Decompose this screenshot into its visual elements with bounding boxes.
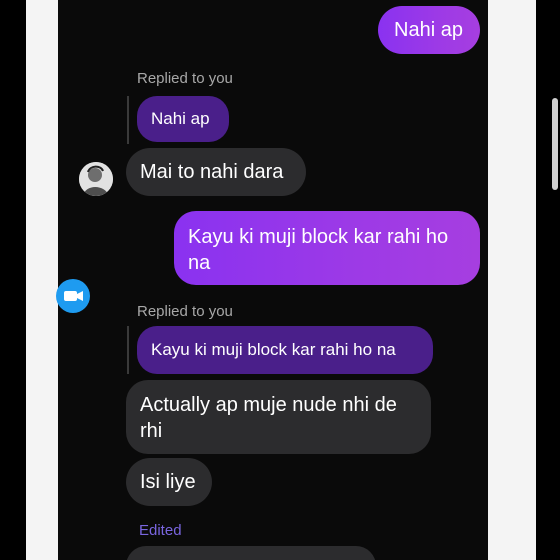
video-call-icon xyxy=(64,291,83,301)
message-text: Isi liye xyxy=(140,471,196,493)
video-call-button[interactable] xyxy=(56,279,90,313)
replied-to-you-label: Replied to you xyxy=(137,303,233,320)
right-strip xyxy=(488,0,536,560)
quoted-text: Kayu ki muji block kar rahi ho na xyxy=(151,340,396,359)
reply-indicator-bar xyxy=(127,326,129,374)
incoming-message[interactable]: Mai to nahi dara xyxy=(126,148,306,196)
message-text: Kayu ki muji block kar rahi ho na xyxy=(188,226,449,274)
scrollbar-thumb[interactable] xyxy=(552,98,558,190)
left-strip xyxy=(26,0,58,560)
incoming-message[interactable]: Isi liye xyxy=(126,458,212,506)
quoted-message[interactable]: Kayu ki muji block kar rahi ho na xyxy=(137,326,433,374)
message-text: Mai to nahi dara xyxy=(140,161,284,183)
replied-to-you-label: Replied to you xyxy=(137,70,233,87)
right-margin xyxy=(536,0,560,560)
incoming-message[interactable]: Actually ap muje nude nhi de rhi xyxy=(126,380,431,454)
quoted-message[interactable]: Nahi ap xyxy=(137,96,229,142)
quoted-text: Nahi ap xyxy=(151,109,210,128)
incoming-message[interactable] xyxy=(126,546,376,560)
message-text: Nahi ap xyxy=(394,19,463,41)
edited-label: Edited xyxy=(139,522,182,539)
chat-thread: Nahi ap Replied to you Nahi ap Mai to na… xyxy=(58,0,488,560)
outgoing-message[interactable]: Nahi ap xyxy=(378,6,480,54)
outgoing-message[interactable]: Kayu ki muji block kar rahi ho na xyxy=(174,211,480,285)
reply-indicator-bar xyxy=(127,96,129,144)
avatar[interactable] xyxy=(79,162,113,196)
message-text: Actually ap muje nude nhi de rhi xyxy=(140,394,397,442)
profile-avatar-icon xyxy=(79,162,113,196)
